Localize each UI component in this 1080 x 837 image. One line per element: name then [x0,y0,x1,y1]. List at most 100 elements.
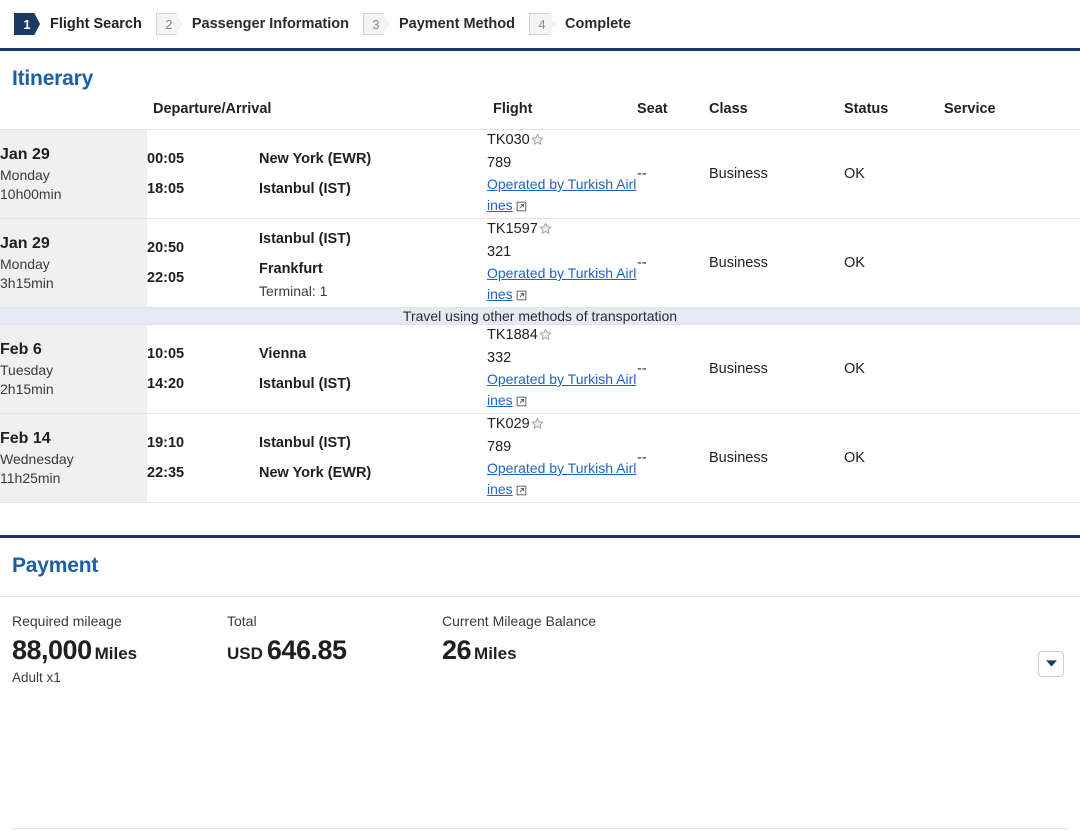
passenger-count-note: Adult x1 [12,670,61,685]
flight-duration: 3h15min [0,275,54,292]
flight-number-line: TK030 [487,130,637,153]
chevron-down-icon [1045,655,1058,673]
arrival-time: 14:20 [147,376,185,392]
step-2-badge: 2 [155,13,182,35]
step-3-badge: 3 [362,13,389,35]
table-row: Feb 6 Tuesday 2h15min 10:05 14:20 Vienna… [0,324,1080,414]
column-header-departure-arrival: Departure/Arrival [147,101,487,130]
step-2-label: Passenger Information [191,16,349,32]
status-value: OK [844,218,944,308]
arrival-time: 22:05 [147,270,185,286]
operated-by-link[interactable]: Operated by Turkish Airlines [487,174,637,218]
service-value [944,324,1080,414]
arrival-airport: New York (EWR) [259,465,372,481]
step-payment-method[interactable]: 3 Payment Method [362,13,515,35]
column-header-flight: Flight [487,101,637,130]
column-header-service: Service [944,101,1080,130]
departure-time: 20:50 [147,240,185,256]
step-passenger-information[interactable]: 2 Passenger Information [155,13,349,35]
operated-by-link[interactable]: Operated by Turkish Airlines [487,458,637,502]
payment-section: Payment Required mileage 88,000 Miles Adu… [0,538,1080,829]
status-value: OK [844,129,944,219]
total-currency: USD [227,644,263,663]
flight-number: TK029 [487,416,530,432]
seat-value: -- [637,129,709,219]
flight-places-cell: Vienna Istanbul (IST) [259,324,487,414]
table-row: Feb 14 Wednesday 11h25min 19:10 22:35 Is… [0,413,1080,503]
mileage-balance-label: Current Mileage Balance [442,613,597,629]
departure-time: 00:05 [147,151,185,167]
table-row: Jan 29 Monday 3h15min 20:50 22:05 Istanb… [0,218,1080,308]
flight-date: Jan 29 [0,234,50,252]
arrival-airport: Istanbul (IST) [259,181,351,197]
operated-by-text: Operated by Turkish Airlines [487,176,637,213]
flight-date-cell: Jan 29 Monday 10h00min [0,129,147,219]
star-icon [531,416,544,437]
departure-time: 10:05 [147,346,185,362]
total-label: Total [227,613,257,629]
flight-times-cell: 10:05 14:20 [147,324,259,414]
itinerary-table: Departure/Arrival Flight Seat Class Stat… [0,101,1080,503]
flight-number-line: TK1884 [487,325,637,348]
status-value: OK [844,324,944,414]
progress-steps: 1 Flight Search 2 Passenger Information … [0,0,1080,48]
flight-number: TK030 [487,132,530,148]
payment-summary-row: Required mileage 88,000 Miles Adult x1 To… [0,597,1080,685]
aircraft-type: 332 [487,350,512,366]
flight-number: TK1884 [487,327,538,343]
star-icon [531,132,544,153]
flight-duration: 11h25min [0,470,61,487]
class-value: Business [709,413,844,503]
operated-by-text: Operated by Turkish Airlines [487,265,637,302]
operated-by-link[interactable]: Operated by Turkish Airlines [487,263,637,307]
step-flight-search[interactable]: 1 Flight Search [14,13,142,35]
seat-value: -- [637,218,709,308]
flight-info-cell: TK030 789 Operated by Turkish Airlines [487,129,637,219]
flight-duration: 2h15min [0,381,54,398]
mileage-balance-unit: Miles [474,644,517,663]
flight-places-cell: New York (EWR) Istanbul (IST) [259,129,487,219]
status-value: OK [844,413,944,503]
flight-date: Feb 14 [0,429,51,447]
external-link-icon [516,286,527,307]
aircraft-type: 789 [487,155,512,171]
external-link-icon [516,197,527,218]
seat-value: -- [637,324,709,414]
payment-title: Payment [12,554,99,577]
section-gap [0,503,1080,535]
column-header-class: Class [709,101,844,130]
itinerary-title: Itinerary [12,67,94,90]
step-complete[interactable]: 4 Complete [529,13,631,35]
arrival-terminal: Terminal: 1 [259,282,328,299]
operated-by-link[interactable]: Operated by Turkish Airlines [487,369,637,413]
flight-number-line: TK1597 [487,219,637,242]
flight-number: TK1597 [487,221,538,237]
payment-expand-button[interactable] [1038,651,1064,677]
service-value [944,218,1080,308]
departure-airport: Vienna [259,346,307,362]
payment-bottom-rule [12,828,1068,829]
operated-by-text: Operated by Turkish Airlines [487,460,637,497]
flight-info-cell: TK1597 321 Operated by Turkish Airlines [487,218,637,308]
required-mileage-block: Required mileage 88,000 Miles Adult x1 [12,611,227,685]
flight-weekday: Monday [0,255,50,272]
column-header-seat: Seat [637,101,709,130]
required-mileage-amount: 88,000 [12,635,92,665]
flight-places-cell: Istanbul (IST) New York (EWR) [259,413,487,503]
step-4-label: Complete [565,16,632,32]
flight-weekday: Monday [0,166,50,183]
mileage-balance-amount: 26 [442,635,472,665]
service-value [944,129,1080,219]
departure-airport: Istanbul (IST) [259,435,351,451]
aircraft-type: 789 [487,439,512,455]
arrival-airport: Frankfurt [259,260,323,277]
step-1-label: Flight Search [50,16,142,32]
flight-duration: 10h00min [0,186,62,203]
flight-info-cell: TK029 789 Operated by Turkish Airlines [487,413,637,503]
departure-airport: Istanbul (IST) [259,230,351,247]
flight-date: Feb 6 [0,340,42,358]
itinerary-table-header: Departure/Arrival Flight Seat Class Stat… [0,101,1080,130]
flight-weekday: Tuesday [0,361,54,378]
mileage-balance-value: 26 Miles [442,635,762,666]
flight-date-cell: Jan 29 Monday 3h15min [0,218,147,308]
